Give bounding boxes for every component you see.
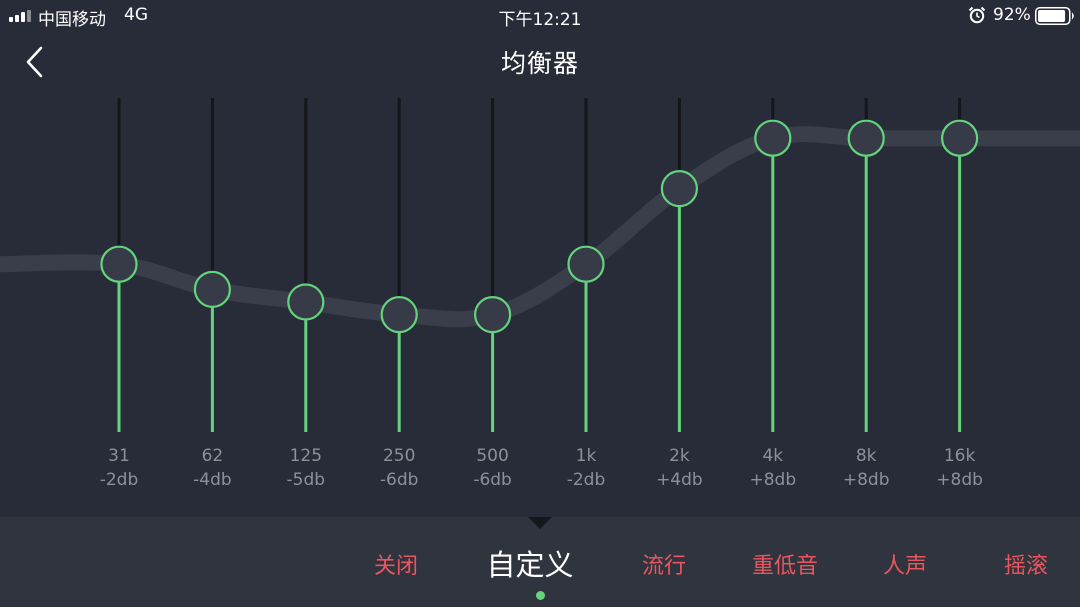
eq-band-frequency: 8k bbox=[856, 446, 877, 466]
eq-band-frequency: 31 bbox=[108, 446, 130, 466]
eq-band-gain: -2db bbox=[100, 470, 139, 490]
eq-band-gain: -4db bbox=[193, 470, 232, 490]
preset-off[interactable]: 关闭 bbox=[374, 548, 418, 580]
eq-slider-knob-500[interactable] bbox=[474, 296, 512, 334]
eq-band-frequency: 125 bbox=[290, 446, 322, 466]
eq-slider-knob-16k[interactable] bbox=[940, 119, 979, 157]
eq-slider-knob-2k[interactable] bbox=[660, 170, 699, 208]
equalizer-panel: 31 -2db 62 -4db 125 -5db 250 -6db 500 -6db 1k -2db 2… bbox=[0, 98, 1080, 490]
equalizer-screen: 中国移动 4G 下午12:21 92% 均衡器 31 -2db 62 -4db 125-… bbox=[0, 0, 1080, 607]
eq-band-frequency: 250 bbox=[383, 446, 415, 466]
preset-custom[interactable]: 自定义 bbox=[487, 542, 574, 584]
eq-band-frequency: 500 bbox=[476, 446, 508, 466]
eq-band-gain: -2db bbox=[567, 470, 606, 490]
eq-band-frequency: 1k bbox=[576, 446, 597, 466]
eq-band-gain: -6db bbox=[473, 470, 512, 490]
eq-band-gain: -6db bbox=[380, 470, 419, 490]
eq-slider-knob-8k[interactable] bbox=[847, 119, 885, 157]
eq-slider-knob-1k[interactable] bbox=[567, 245, 605, 283]
eq-band-gain: -5db bbox=[287, 470, 326, 490]
eq-slider-knob-31[interactable] bbox=[100, 245, 138, 283]
preset-bass-boost[interactable]: 重低音 bbox=[752, 548, 818, 580]
eq-curve bbox=[0, 126, 1080, 328]
eq-slider-knob-62[interactable] bbox=[193, 270, 231, 308]
eq-slider-knob-4k[interactable] bbox=[754, 119, 792, 157]
preset-pop[interactable]: 流行 bbox=[642, 548, 686, 580]
eq-band-frequency: 62 bbox=[202, 446, 224, 466]
preset-rock[interactable]: 摇滚 bbox=[1004, 548, 1048, 580]
eq-slider-knob-250[interactable] bbox=[380, 296, 418, 334]
eq-slider-knob-125[interactable] bbox=[287, 283, 325, 321]
eq-band-gain: +8db bbox=[749, 470, 796, 490]
eq-band-gain: +8db bbox=[936, 470, 983, 490]
eq-band-gain: +4db bbox=[656, 470, 703, 490]
eq-band-frequency: 16k bbox=[944, 446, 976, 466]
preset-vocal[interactable]: 人声 bbox=[883, 548, 927, 580]
eq-band-frequency: 2k bbox=[669, 446, 690, 466]
preset-pointer-indicator bbox=[528, 517, 552, 529]
eq-band-gain: +8db bbox=[843, 470, 890, 490]
page-indicator-dot bbox=[536, 591, 545, 600]
eq-band-frequency: 4k bbox=[762, 446, 783, 466]
